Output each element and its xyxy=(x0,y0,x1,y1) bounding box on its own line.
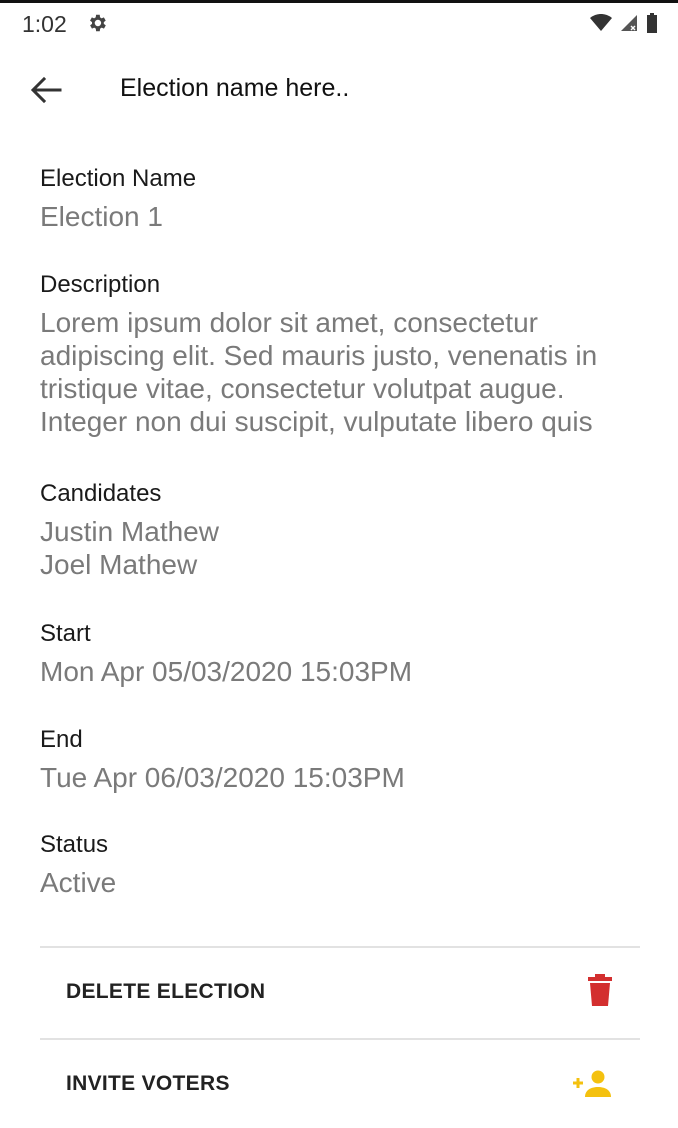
app-bar: Election name here.. xyxy=(0,44,678,134)
description-line: Lorem ipsum dolor sit amet, consectetur xyxy=(40,307,538,338)
start-label: Start xyxy=(40,620,91,647)
page-title: Election name here.. xyxy=(120,74,350,102)
end-field: End Tue Apr 06/03/2020 15:03PM xyxy=(40,725,650,795)
description-field: Description Lorem ipsum dolor sit amet, … xyxy=(40,270,650,438)
candidates-label: Candidates xyxy=(40,480,162,507)
add-person-icon[interactable] xyxy=(572,1070,612,1098)
election-name-label: Election Name xyxy=(40,165,197,192)
delete-election-label: DELETE ELECTION xyxy=(66,980,266,1003)
system-icons xyxy=(590,12,658,34)
status-time: 1:02 xyxy=(22,11,67,37)
delete-election-button[interactable]: DELETE ELECTION xyxy=(40,948,640,1036)
candidate-item: Justin Mathew xyxy=(40,516,219,547)
gear-icon xyxy=(90,14,106,32)
invite-voters-label: INVITE VOTERS xyxy=(66,1072,230,1095)
election-name-value: Election 1 xyxy=(40,201,163,232)
description-line: tristique vitae, consectetur volutpat au… xyxy=(40,373,565,404)
invite-voters-button[interactable]: INVITE VOTERS xyxy=(40,1040,640,1128)
description-line: adipiscing elit. Sed mauris justo, venen… xyxy=(40,340,598,371)
end-value: Tue Apr 06/03/2020 15:03PM xyxy=(40,762,405,793)
candidates-field: Candidates Justin Mathew Joel Mathew xyxy=(40,479,650,581)
start-value: Mon Apr 05/03/2020 15:03PM xyxy=(40,656,413,687)
description-line: Integer non dui suscipit, vulputate libe… xyxy=(40,406,593,437)
description-value: Lorem ipsum dolor sit amet, consectetur … xyxy=(40,306,650,438)
candidates-list: Justin Mathew Joel Mathew xyxy=(40,515,650,581)
battery-icon xyxy=(647,13,657,33)
status-label: Status xyxy=(40,831,109,858)
election-name-field: Election Name Election 1 xyxy=(40,164,650,234)
candidate-item: Joel Mathew xyxy=(40,549,198,580)
description-label: Description xyxy=(40,271,161,298)
status-field: Status Active xyxy=(40,830,650,900)
start-field: Start Mon Apr 05/03/2020 15:03PM xyxy=(40,619,650,689)
trash-icon[interactable] xyxy=(588,974,612,1006)
arrow-back-icon[interactable] xyxy=(30,76,62,104)
wifi-icon xyxy=(590,14,612,31)
status-bar: 1:02 xyxy=(0,0,678,44)
signal-icon xyxy=(621,15,637,31)
status-value: Active xyxy=(40,867,117,898)
end-label: End xyxy=(40,726,83,753)
